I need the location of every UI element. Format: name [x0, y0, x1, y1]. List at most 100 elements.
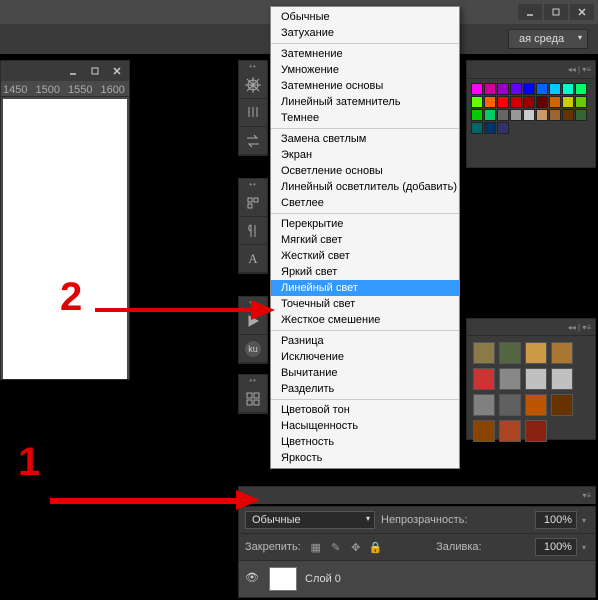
align-icon[interactable] [239, 189, 267, 217]
color-swatch[interactable] [510, 83, 522, 95]
color-swatch[interactable] [484, 83, 496, 95]
color-swatch[interactable] [484, 109, 496, 121]
lock-transparency-icon[interactable]: ▦ [309, 540, 323, 554]
blend-mode-item[interactable]: Светлее [271, 195, 459, 211]
dock-grip[interactable]: •• [239, 375, 267, 385]
blend-mode-item[interactable]: Экран [271, 147, 459, 163]
color-swatch[interactable] [510, 96, 522, 108]
dock-grip[interactable]: •• [239, 61, 267, 71]
style-swatch[interactable] [473, 394, 495, 416]
blend-mode-item[interactable]: Цветовой тон [271, 402, 459, 418]
color-swatch[interactable] [471, 96, 483, 108]
blend-mode-item[interactable]: Линейный затемнитель [271, 94, 459, 110]
blend-mode-item[interactable]: Исключение [271, 349, 459, 365]
chevron-down-icon[interactable]: ▾ [579, 516, 589, 525]
color-swatch[interactable] [536, 96, 548, 108]
paragraph-icon[interactable] [239, 217, 267, 245]
lock-all-icon[interactable]: 🔒 [369, 540, 383, 554]
blend-mode-item[interactable]: Затемнение [271, 46, 459, 62]
blend-mode-item[interactable]: Темнее [271, 110, 459, 126]
color-swatch[interactable] [471, 83, 483, 95]
style-swatch[interactable] [551, 394, 573, 416]
style-swatch[interactable] [473, 368, 495, 390]
lock-position-icon[interactable]: ✥ [349, 540, 363, 554]
color-swatch[interactable] [575, 109, 587, 121]
layer-name[interactable]: Слой 0 [305, 573, 341, 585]
style-swatch[interactable] [525, 368, 547, 390]
blend-mode-item[interactable]: Цветность [271, 434, 459, 450]
style-swatch[interactable] [473, 342, 495, 364]
opacity-input[interactable]: 100% [535, 511, 577, 529]
color-swatch[interactable] [549, 96, 561, 108]
style-swatch[interactable] [525, 394, 547, 416]
blend-mode-item[interactable]: Затухание [271, 25, 459, 41]
maximize-button[interactable] [544, 4, 568, 20]
blend-mode-item[interactable]: Яркий свет [271, 264, 459, 280]
color-swatch[interactable] [575, 83, 587, 95]
dock-grip[interactable]: •• [239, 179, 267, 189]
visibility-eye-icon[interactable]: 👁 [245, 571, 261, 587]
color-swatch[interactable] [523, 96, 535, 108]
blend-mode-item[interactable]: Мягкий свет [271, 232, 459, 248]
color-swatch[interactable] [471, 122, 483, 134]
color-swatch[interactable] [562, 83, 574, 95]
style-swatch[interactable] [499, 394, 521, 416]
color-swatch[interactable] [562, 109, 574, 121]
color-swatch[interactable] [484, 122, 496, 134]
style-swatch[interactable] [551, 342, 573, 364]
style-swatch[interactable] [525, 420, 547, 442]
blend-mode-item[interactable]: Жесткий свет [271, 248, 459, 264]
style-swatch[interactable] [499, 342, 521, 364]
swap-icon[interactable] [239, 127, 267, 155]
style-swatch[interactable] [473, 420, 495, 442]
minimize-button[interactable] [518, 4, 542, 20]
blend-mode-item[interactable]: Осветление основы [271, 163, 459, 179]
color-swatch[interactable] [497, 109, 509, 121]
blend-mode-item[interactable]: Замена светлым [271, 131, 459, 147]
color-swatch[interactable] [536, 109, 548, 121]
blend-mode-item[interactable]: Точечный свет [271, 296, 459, 312]
color-swatch[interactable] [497, 83, 509, 95]
character-icon[interactable]: A [239, 245, 267, 273]
blend-mode-item[interactable]: Линейный свет [271, 280, 459, 296]
color-swatch[interactable] [471, 109, 483, 121]
blend-mode-item[interactable]: Перекрытие [271, 216, 459, 232]
doc-maximize-button[interactable] [85, 64, 105, 78]
style-swatch[interactable] [499, 368, 521, 390]
color-swatch[interactable] [523, 83, 535, 95]
style-swatch[interactable] [525, 342, 547, 364]
blend-mode-item[interactable]: Умножение [271, 62, 459, 78]
lock-pixels-icon[interactable]: ✎ [329, 540, 343, 554]
blend-mode-item[interactable]: Вычитание [271, 365, 459, 381]
color-swatch[interactable] [549, 109, 561, 121]
workspace-dropdown[interactable]: ая среда [508, 29, 588, 49]
brushes-icon[interactable] [239, 99, 267, 127]
color-swatch[interactable] [575, 96, 587, 108]
grid-icon[interactable] [239, 385, 267, 413]
chevron-down-icon[interactable]: ▾ [579, 543, 589, 552]
blend-mode-item[interactable]: Разделить [271, 381, 459, 397]
blend-mode-item[interactable]: Линейный осветлитель (добавить) [271, 179, 459, 195]
color-swatch[interactable] [562, 96, 574, 108]
doc-close-button[interactable] [107, 64, 127, 78]
color-swatch[interactable] [549, 83, 561, 95]
layer-row[interactable]: 👁 Слой 0 [239, 560, 595, 597]
color-swatch[interactable] [484, 96, 496, 108]
style-swatch[interactable] [551, 368, 573, 390]
blend-mode-item[interactable]: Насыщенность [271, 418, 459, 434]
blend-mode-item[interactable]: Яркость [271, 450, 459, 466]
color-swatch[interactable] [536, 83, 548, 95]
canvas[interactable] [3, 99, 127, 379]
fill-input[interactable]: 100% [535, 538, 577, 556]
blend-mode-item[interactable]: Разница [271, 333, 459, 349]
color-swatch[interactable] [497, 122, 509, 134]
swatches-tabheader[interactable]: ◂◂ | ▾≡ [466, 60, 596, 78]
layers-tabheader[interactable]: ▾≡ [238, 486, 596, 504]
close-button[interactable] [570, 4, 594, 20]
layer-thumbnail[interactable] [269, 567, 297, 591]
styles-tabheader[interactable]: ◂◂ | ▾≡ [466, 318, 596, 336]
blend-mode-item[interactable]: Жесткое смешение [271, 312, 459, 328]
wheel-icon[interactable] [239, 71, 267, 99]
kuler-icon[interactable]: ku [239, 335, 267, 363]
style-swatch[interactable] [499, 420, 521, 442]
